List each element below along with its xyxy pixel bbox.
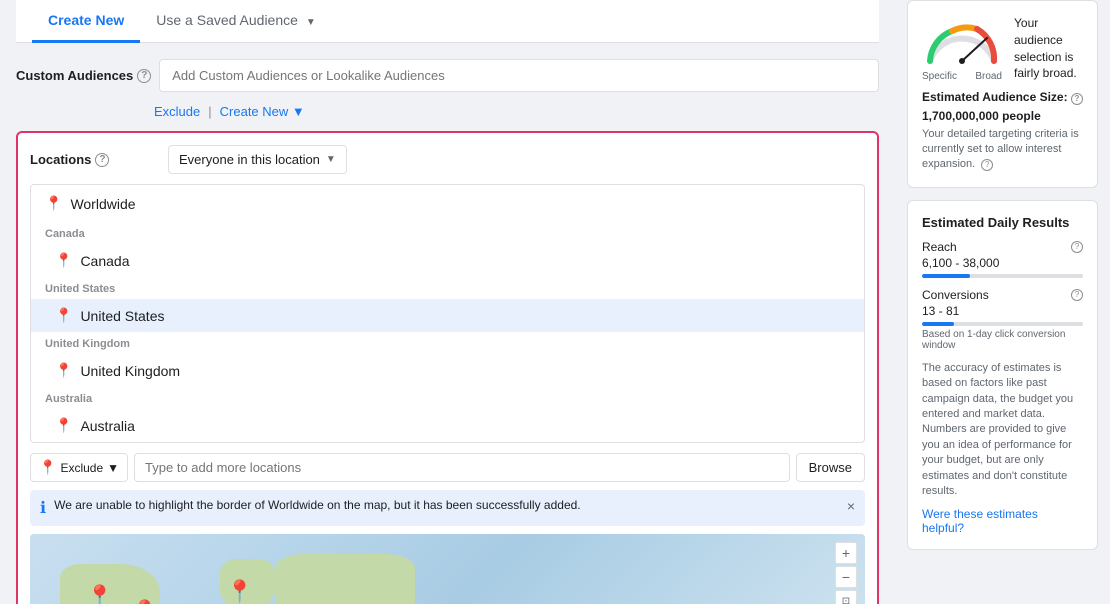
reach-label: Reach ? [922, 240, 1083, 254]
map-pin-us2: 📍 [131, 599, 158, 604]
info-bar-icon: ℹ [40, 498, 46, 518]
add-locations-row: 📍 Exclude ▼ Browse [30, 453, 865, 482]
reach-progress-bar [922, 274, 1083, 278]
location-dropdown[interactable]: Everyone in this location ▼ [168, 145, 347, 174]
audience-size-value: 1,700,000,000 people [922, 109, 1083, 123]
worldwide-pin-icon: 📍 [45, 195, 62, 212]
exclude-btn-arrow: ▼ [107, 461, 119, 475]
conversions-label: Conversions ? [922, 288, 1083, 302]
audience-size-section: Estimated Audience Size: ? 1,700,000,000… [922, 90, 1083, 173]
worldwide-option[interactable]: 📍 Worldwide [31, 185, 864, 222]
map-background: 📍 📍 📍 📍 + − ⊡ 📍 Drop Pin © [30, 534, 865, 604]
map-controls: + − ⊡ [835, 542, 857, 604]
exclude-link[interactable]: Exclude [154, 104, 200, 119]
us-pin-icon: 📍 [55, 307, 72, 324]
custom-audiences-row: Custom Audiences ? [16, 59, 879, 92]
audience-size-info-icon[interactable]: ? [1071, 93, 1083, 105]
locations-section: Locations ? Everyone in this location ▼ … [16, 131, 879, 604]
add-location-input[interactable] [134, 453, 790, 482]
gauge-labels: Specific Broad [922, 71, 1002, 82]
exclude-pin-icon: 📍 [39, 459, 56, 476]
reach-info-icon[interactable]: ? [1071, 241, 1083, 253]
asia-shape [275, 554, 415, 604]
us-group: United States 📍 United States [31, 277, 864, 332]
expansion-info-icon[interactable]: ? [981, 159, 993, 171]
conversions-metric: Conversions ? 13 - 81 Based on 1-day cli… [922, 288, 1083, 351]
gauge-svg [922, 16, 1002, 69]
conversions-value: 13 - 81 [922, 304, 1083, 318]
us-option[interactable]: 📍 United States [31, 299, 864, 332]
info-bar: ℹ We are unable to highlight the border … [30, 490, 865, 526]
tab-saved-audience[interactable]: Use a Saved Audience ▼ [140, 0, 331, 43]
audience-size-title: Estimated Audience Size: ? [922, 90, 1083, 105]
uk-option[interactable]: 📍 United Kingdom [31, 354, 864, 387]
browse-button[interactable]: Browse [796, 453, 865, 482]
results-card: Estimated Daily Results Reach ? 6,100 - … [907, 200, 1098, 551]
right-panel: Specific Broad Your audience selection i… [895, 0, 1110, 604]
map-pin-canada: 📍 [86, 584, 113, 604]
aus-pin-icon: 📍 [55, 417, 72, 434]
map-zoom-out-button[interactable]: − [835, 566, 857, 588]
gauge-card: Specific Broad Your audience selection i… [907, 0, 1098, 188]
conversions-progress-bar [922, 322, 1083, 326]
uk-group-label: United Kingdom [31, 332, 864, 354]
info-bar-close-icon[interactable]: × [847, 498, 855, 514]
locations-label: Locations ? [30, 152, 160, 167]
conversions-progress-fill [922, 322, 954, 326]
create-new-link[interactable]: Create New ▼ [220, 104, 305, 119]
canada-group: Canada 📍 Canada [31, 222, 864, 277]
canada-pin-icon: 📍 [55, 252, 72, 269]
map-container[interactable]: 📍 📍 📍 📍 + − ⊡ 📍 Drop Pin © [30, 534, 865, 604]
map-zoom-in-button[interactable]: + [835, 542, 857, 564]
tab-arrow-icon: ▼ [306, 17, 316, 28]
aus-group: Australia 📍 Australia [31, 387, 864, 442]
helpful-link[interactable]: Were these estimates helpful? [922, 507, 1083, 535]
map-pin-europe: 📍 [226, 579, 253, 604]
create-new-arrow-icon: ▼ [292, 104, 305, 119]
results-title: Estimated Daily Results [922, 215, 1083, 230]
map-reset-button[interactable]: ⊡ [835, 590, 857, 604]
accuracy-note: The accuracy of estimates is based on fa… [922, 361, 1083, 500]
tab-bar: Create New Use a Saved Audience ▼ [16, 0, 879, 43]
gauge-description: Your audience selection is fairly broad. [1014, 15, 1083, 82]
locations-header: Locations ? Everyone in this location ▼ [30, 145, 865, 174]
tab-create-new[interactable]: Create New [32, 0, 140, 43]
canada-option[interactable]: 📍 Canada [31, 244, 864, 277]
uk-pin-icon: 📍 [55, 362, 72, 379]
canada-group-label: Canada [31, 222, 864, 244]
reach-metric: Reach ? 6,100 - 38,000 [922, 240, 1083, 278]
custom-audiences-info-icon[interactable]: ? [137, 69, 151, 83]
custom-audiences-label: Custom Audiences ? [16, 68, 151, 83]
dropdown-arrow-icon: ▼ [326, 154, 336, 165]
locations-dropdown-list: 📍 Worldwide Canada 📍 Canada United State… [30, 184, 865, 443]
us-group-label: United States [31, 277, 864, 299]
conversion-note: Based on 1-day click conversion window [922, 329, 1083, 351]
exclude-locations-btn[interactable]: 📍 Exclude ▼ [30, 453, 128, 482]
reach-value: 6,100 - 38,000 [922, 256, 1083, 270]
locations-info-icon[interactable]: ? [95, 153, 109, 167]
custom-audiences-input[interactable] [159, 59, 879, 92]
audience-size-description: Your detailed targeting criteria is curr… [922, 127, 1083, 173]
uk-group: United Kingdom 📍 United Kingdom [31, 332, 864, 387]
conversions-info-icon[interactable]: ? [1071, 289, 1083, 301]
exclude-create-row: Exclude | Create New ▼ [16, 104, 879, 119]
aus-group-label: Australia [31, 387, 864, 409]
aus-option[interactable]: 📍 Australia [31, 409, 864, 442]
gauge-area: Specific Broad Your audience selection i… [922, 15, 1083, 82]
reach-progress-fill [922, 274, 970, 278]
